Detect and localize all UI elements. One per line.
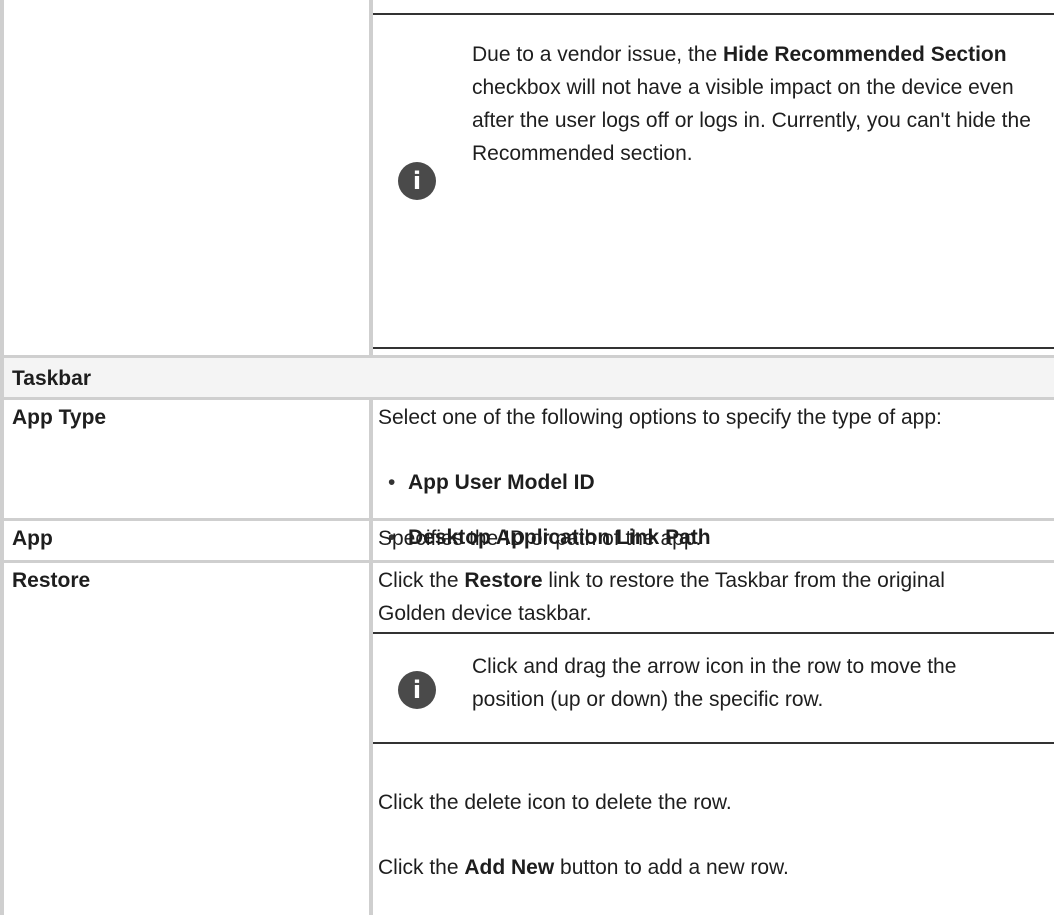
section-header-text: Taskbar <box>12 367 91 390</box>
row-desc-app-type: Select one of the following options to s… <box>378 406 942 429</box>
note-text-post: checkbox will not have a visible impact … <box>472 76 1031 165</box>
column-divider-top <box>369 0 373 355</box>
add-new-label: Add New <box>464 856 555 879</box>
section-header-bg <box>4 358 1054 397</box>
row-divider <box>0 397 1054 400</box>
row-label-restore: Restore <box>12 569 91 592</box>
note-text-pre: Due to a vendor issue, the <box>472 43 723 66</box>
info-icon: i <box>398 671 436 709</box>
note-top-rule <box>373 13 1054 15</box>
section-header: Taskbar <box>12 362 91 395</box>
info-icon: i <box>398 162 436 200</box>
note-bottom-rule <box>373 742 1054 744</box>
list-item: App User Model ID <box>378 466 1018 499</box>
add-instruction: Click the Add New button to add a new ro… <box>378 856 789 879</box>
row-label-app-type: App Type <box>12 406 107 429</box>
table-border-left <box>0 0 4 915</box>
row-label-app: App <box>12 527 53 550</box>
row-divider <box>0 560 1054 563</box>
delete-instruction: Click the delete icon to delete the row. <box>378 791 732 814</box>
note-bottom-rule <box>373 347 1054 349</box>
row-desc-app: Specifies the ID or path of the app. <box>378 527 702 550</box>
note-top-rule <box>373 632 1054 634</box>
note-text-bold: Hide Recommended Section <box>723 43 1007 66</box>
column-divider <box>369 397 373 915</box>
note-text: Due to a vendor issue, the Hide Recommen… <box>472 38 1032 170</box>
row-desc-restore: Click the Restore link to restore the Ta… <box>378 569 945 625</box>
restore-link: Restore <box>464 569 543 592</box>
note-text: Click and drag the arrow icon in the row… <box>472 655 957 711</box>
